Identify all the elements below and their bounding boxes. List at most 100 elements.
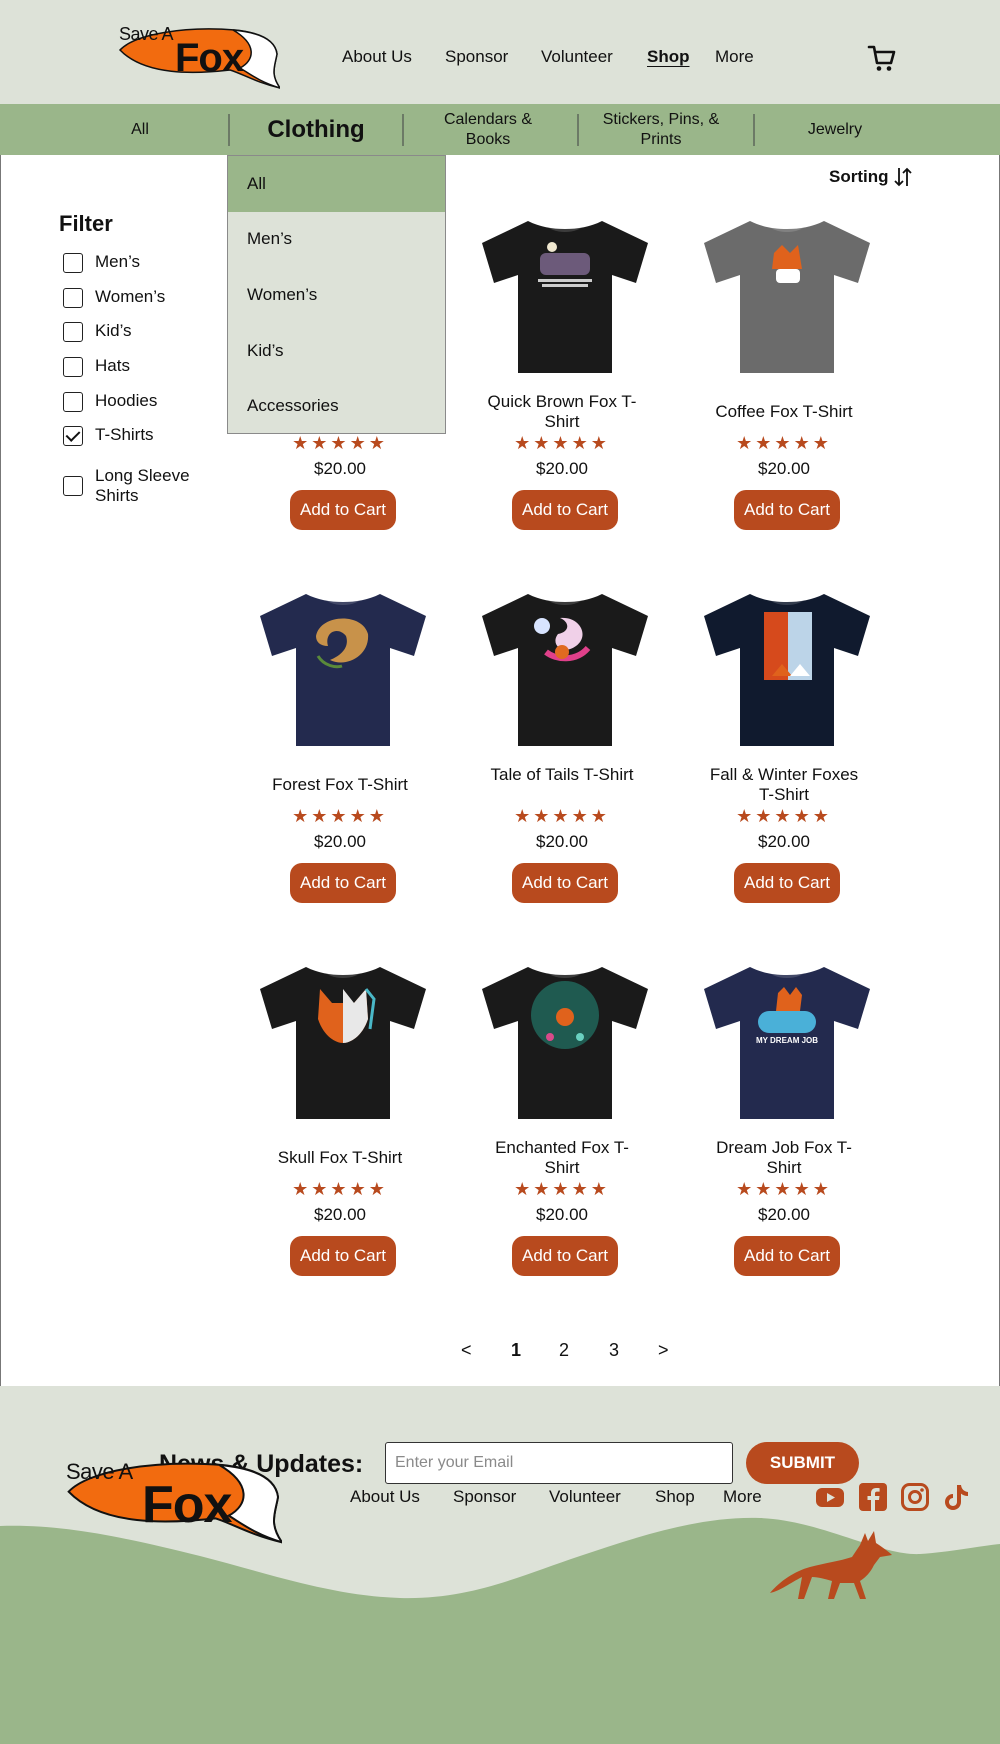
- checkbox[interactable]: [63, 476, 83, 496]
- checkbox[interactable]: [63, 392, 83, 412]
- rating-stars: ★★★★★: [292, 433, 388, 453]
- product-card: Fall & Winter Foxes T-Shirt ★★★★★ $20.00 Ad…: [672, 578, 896, 908]
- t-shirt-image[interactable]: [258, 959, 428, 1124]
- t-shirt-image[interactable]: [480, 959, 650, 1124]
- category-stickers-pins-prints[interactable]: Stickers, Pins, & Prints: [590, 104, 732, 155]
- logo[interactable]: Save A Fox: [115, 24, 280, 90]
- checkbox[interactable]: [63, 357, 83, 377]
- product-name[interactable]: Enchanted Fox T-Shirt: [487, 1138, 637, 1178]
- t-shirt-image[interactable]: [480, 213, 650, 378]
- dropdown-item-womens[interactable]: Women’s: [228, 267, 445, 323]
- pagination-prev[interactable]: <: [461, 1340, 472, 1361]
- product-card: MY DREAM JOB Dream Job Fox T-Shirt ★★★★★ $2…: [672, 951, 896, 1281]
- youtube-icon[interactable]: [815, 1482, 845, 1512]
- t-shirt-image[interactable]: [480, 586, 650, 751]
- product-name[interactable]: Fall & Winter Foxes T-Shirt: [709, 765, 859, 805]
- product-price: $20.00: [758, 459, 810, 478]
- pagination-page-1[interactable]: 1: [511, 1340, 521, 1361]
- add-to-cart-button[interactable]: Add to Cart: [734, 863, 840, 903]
- fox-silhouette-icon: [770, 1531, 892, 1599]
- t-shirt-image[interactable]: [702, 586, 872, 751]
- product-name[interactable]: Tale of Tails T-Shirt: [487, 765, 637, 785]
- nav-volunteer[interactable]: Volunteer: [541, 47, 613, 67]
- footer-nav-volunteer[interactable]: Volunteer: [549, 1487, 621, 1507]
- product-name[interactable]: Coffee Fox T-Shirt: [672, 402, 896, 422]
- product-name[interactable]: Skull Fox T-Shirt: [228, 1148, 452, 1168]
- filter-option-hoodies[interactable]: Hoodies: [63, 391, 205, 412]
- add-to-cart-button[interactable]: Add to Cart: [290, 863, 396, 903]
- pagination-next[interactable]: >: [658, 1340, 669, 1361]
- add-to-cart-button[interactable]: Add to Cart: [512, 863, 618, 903]
- product-price: $20.00: [536, 459, 588, 478]
- product-price: $20.00: [536, 1205, 588, 1224]
- category-jewelry[interactable]: Jewelry: [755, 104, 915, 155]
- product-name[interactable]: Quick Brown Fox T-Shirt: [487, 392, 637, 432]
- dropdown-item-all[interactable]: All: [228, 156, 445, 212]
- instagram-icon[interactable]: [900, 1482, 930, 1512]
- filter-option-long-sleeve-shirts[interactable]: Long Sleeve Shirts: [63, 466, 205, 506]
- product-price: $20.00: [314, 1205, 366, 1224]
- nav-shop[interactable]: Shop: [647, 47, 690, 67]
- add-to-cart-button[interactable]: Add to Cart: [290, 490, 396, 530]
- t-shirt-image[interactable]: MY DREAM JOB: [702, 959, 872, 1124]
- checkbox-checked[interactable]: [63, 426, 83, 446]
- checkbox[interactable]: [63, 322, 83, 342]
- category-clothing[interactable]: Clothing: [230, 104, 402, 155]
- filter-option-mens[interactable]: Men’s: [63, 252, 205, 273]
- filter-label: Men’s: [95, 252, 141, 271]
- filter-label: Long Sleeve Shirts: [95, 466, 190, 505]
- add-to-cart-button[interactable]: Add to Cart: [512, 1236, 618, 1276]
- product-card: Enchanted Fox T-Shirt ★★★★★ $20.00 Add to C…: [450, 951, 674, 1281]
- nav-about-us[interactable]: About Us: [342, 47, 412, 67]
- dropdown-item-accessories[interactable]: Accessories: [228, 378, 445, 434]
- sorting-control[interactable]: Sorting: [829, 166, 913, 188]
- footer-logo[interactable]: Save A Fox: [62, 1457, 282, 1545]
- filter-option-t-shirts[interactable]: T-Shirts: [63, 425, 205, 446]
- footer-nav-sponsor[interactable]: Sponsor: [453, 1487, 516, 1507]
- facebook-icon[interactable]: [858, 1482, 888, 1512]
- product-card: Coffee Fox T-Shirt ★★★★★ $20.00 Add to Cart: [672, 205, 896, 535]
- rating-stars: ★★★★★: [514, 433, 610, 453]
- category-bar: All Clothing Calendars & Books Stickers,…: [0, 104, 1000, 155]
- rating-stars: ★★★★★: [736, 806, 832, 826]
- filter-title: Filter: [59, 211, 113, 236]
- nav-sponsor[interactable]: Sponsor: [445, 47, 508, 67]
- category-all[interactable]: All: [52, 104, 228, 155]
- filter-label: Women’s: [95, 287, 166, 306]
- tiktok-icon[interactable]: [941, 1482, 971, 1512]
- filter-option-womens[interactable]: Women’s: [63, 287, 205, 308]
- add-to-cart-button[interactable]: Add to Cart: [512, 490, 618, 530]
- filter-option-hats[interactable]: Hats: [63, 356, 205, 377]
- product-card: Skull Fox T-Shirt ★★★★★ $20.00 Add to Cart: [228, 951, 452, 1281]
- product-price: $20.00: [314, 459, 366, 478]
- checkbox[interactable]: [63, 288, 83, 308]
- pagination-page-3[interactable]: 3: [609, 1340, 619, 1361]
- pagination-page-2[interactable]: 2: [559, 1340, 569, 1361]
- site-footer: News & Updates: SUBMIT Save A Fox About …: [0, 1386, 1000, 1744]
- footer-nav-about-us[interactable]: About Us: [350, 1487, 420, 1507]
- submit-button[interactable]: SUBMIT: [746, 1442, 859, 1484]
- footer-nav-shop[interactable]: Shop: [655, 1487, 695, 1507]
- product-name[interactable]: Dream Job Fox T-Shirt: [709, 1138, 859, 1178]
- product-card: Forest Fox T-Shirt ★★★★★ $20.00 Add to Cart: [228, 578, 452, 908]
- checkbox[interactable]: [63, 253, 83, 273]
- product-price: $20.00: [758, 1205, 810, 1224]
- product-card: Tale of Tails T-Shirt ★★★★★ $20.00 Add to C…: [450, 578, 674, 908]
- t-shirt-image[interactable]: [702, 213, 872, 378]
- dropdown-item-mens[interactable]: Men’s: [228, 212, 445, 268]
- t-shirt-image[interactable]: [258, 586, 428, 751]
- dropdown-item-kids[interactable]: Kid’s: [228, 323, 445, 379]
- nav-more[interactable]: More: [715, 47, 754, 67]
- add-to-cart-button[interactable]: Add to Cart: [734, 1236, 840, 1276]
- rating-stars: ★★★★★: [292, 806, 388, 826]
- footer-nav-more[interactable]: More: [723, 1487, 762, 1507]
- filter-option-kids[interactable]: Kid’s: [63, 321, 205, 342]
- category-calendars-books[interactable]: Calendars & Books: [430, 104, 546, 155]
- logo-text-main: Fox: [175, 36, 244, 80]
- add-to-cart-button[interactable]: Add to Cart: [734, 490, 840, 530]
- product-price: $20.00: [758, 832, 810, 851]
- add-to-cart-button[interactable]: Add to Cart: [290, 1236, 396, 1276]
- cart-icon[interactable]: [866, 42, 898, 74]
- email-input[interactable]: [385, 1442, 733, 1484]
- product-name[interactable]: Forest Fox T-Shirt: [228, 775, 452, 795]
